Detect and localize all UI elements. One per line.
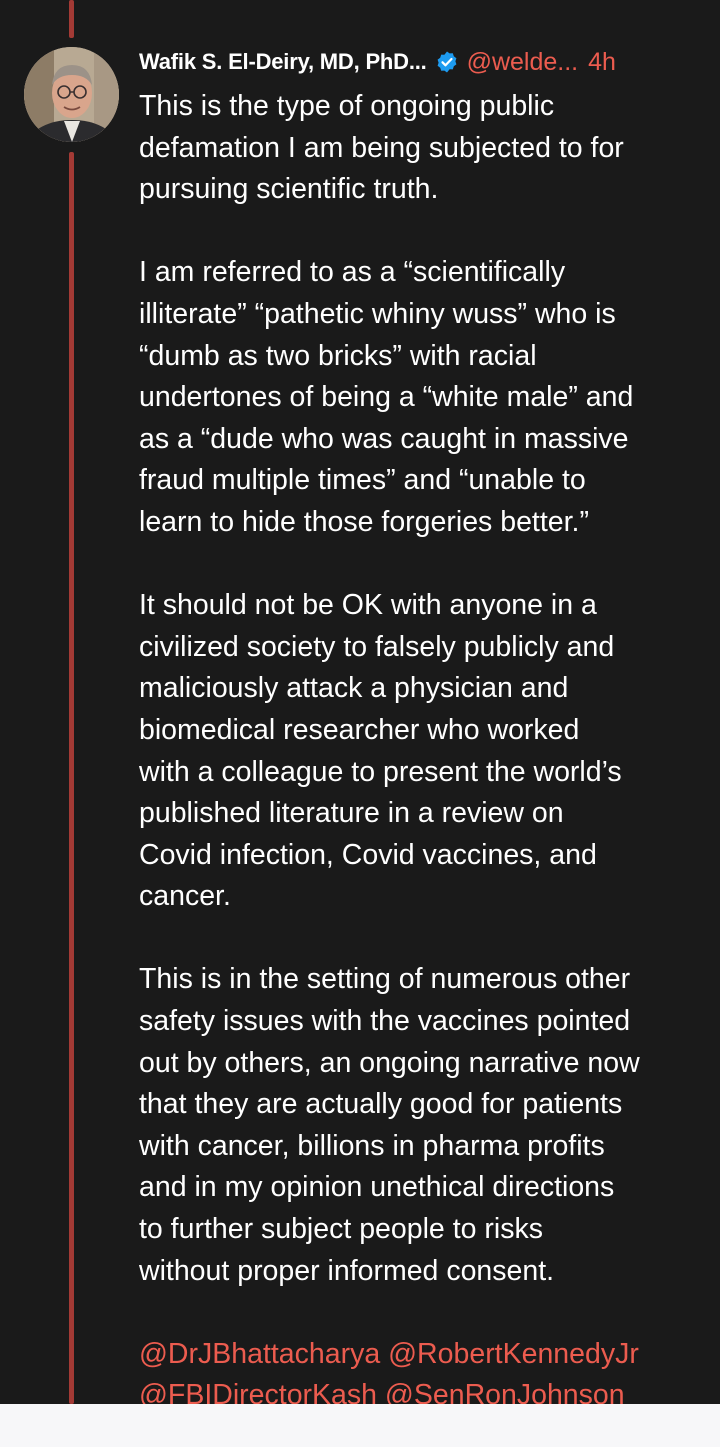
post-timestamp[interactable]: 4h — [588, 48, 616, 77]
text-line: and in my opinion unethical directions — [139, 1171, 615, 1204]
author-handle[interactable]: @welde... — [467, 48, 579, 77]
text-line: out by others, an ongoing narrative now — [139, 1046, 640, 1079]
avatar-image — [24, 47, 119, 142]
avatar[interactable] — [24, 47, 119, 142]
post-paragraph: This is the type of ongoing public defam… — [139, 86, 707, 211]
text-line: learn to hide those forgeries better.” — [139, 505, 589, 538]
text-line: with a colleague to present the world’s — [139, 755, 622, 788]
text-line: civilized society to falsely publicly an… — [139, 630, 615, 663]
bottom-bar — [0, 1404, 720, 1447]
text-line: safety issues with the vaccines pointed — [139, 1005, 631, 1038]
post-paragraph: It should not be OK with anyone in a civ… — [139, 585, 707, 918]
thread-line-top — [69, 0, 74, 38]
text-line: fraud multiple times” and “unable to — [139, 464, 586, 497]
post-body: This is the type of ongoing public defam… — [139, 86, 707, 1417]
text-line: biomedical researcher who worked — [139, 713, 580, 746]
text-line: as a “dude who was caught in massive — [139, 422, 629, 455]
text-line: This is the type of ongoing public — [139, 90, 555, 122]
text-line: published literature in a review on — [139, 797, 564, 830]
thread-line — [69, 152, 74, 1404]
post-header: Wafik S. El-Deiry, MD, PhD... @welde... … — [139, 44, 704, 80]
text-line: cancer. — [139, 880, 231, 913]
text-line: This is in the setting of numerous other — [139, 963, 631, 996]
text-line: I am referred to as a “scientifically — [139, 256, 566, 289]
post-paragraph: This is in the setting of numerous other… — [139, 959, 707, 1292]
verified-badge-icon — [437, 51, 456, 73]
post-paragraph: I am referred to as a “scientifically il… — [139, 252, 707, 543]
text-line: pursuing scientific truth. — [139, 173, 439, 206]
text-line: undertones of being a “white male” and — [139, 381, 634, 414]
text-line: Covid infection, Covid vaccines, and — [139, 838, 597, 871]
text-line: without proper informed consent. — [139, 1254, 555, 1287]
text-line: “dumb as two bricks” with racial — [139, 339, 537, 372]
text-line: defamation I am being subjected to for — [139, 131, 624, 164]
text-line: to further subject people to risks — [139, 1213, 543, 1246]
text-line: with cancer, billions in pharma profits — [139, 1129, 605, 1162]
text-line: that they are actually good for patients — [139, 1088, 623, 1121]
text-line: maliciously attack a physician and — [139, 672, 569, 705]
mention-link[interactable]: @RobertKennedyJr — [388, 1338, 639, 1370]
text-line: illiterate” “pathetic whiny wuss” who is — [139, 297, 616, 330]
mention-link[interactable]: @DrJBhattacharya — [139, 1338, 380, 1370]
author-name[interactable]: Wafik S. El-Deiry, MD, PhD... — [139, 49, 427, 75]
text-line: It should not be OK with anyone in a — [139, 589, 597, 622]
